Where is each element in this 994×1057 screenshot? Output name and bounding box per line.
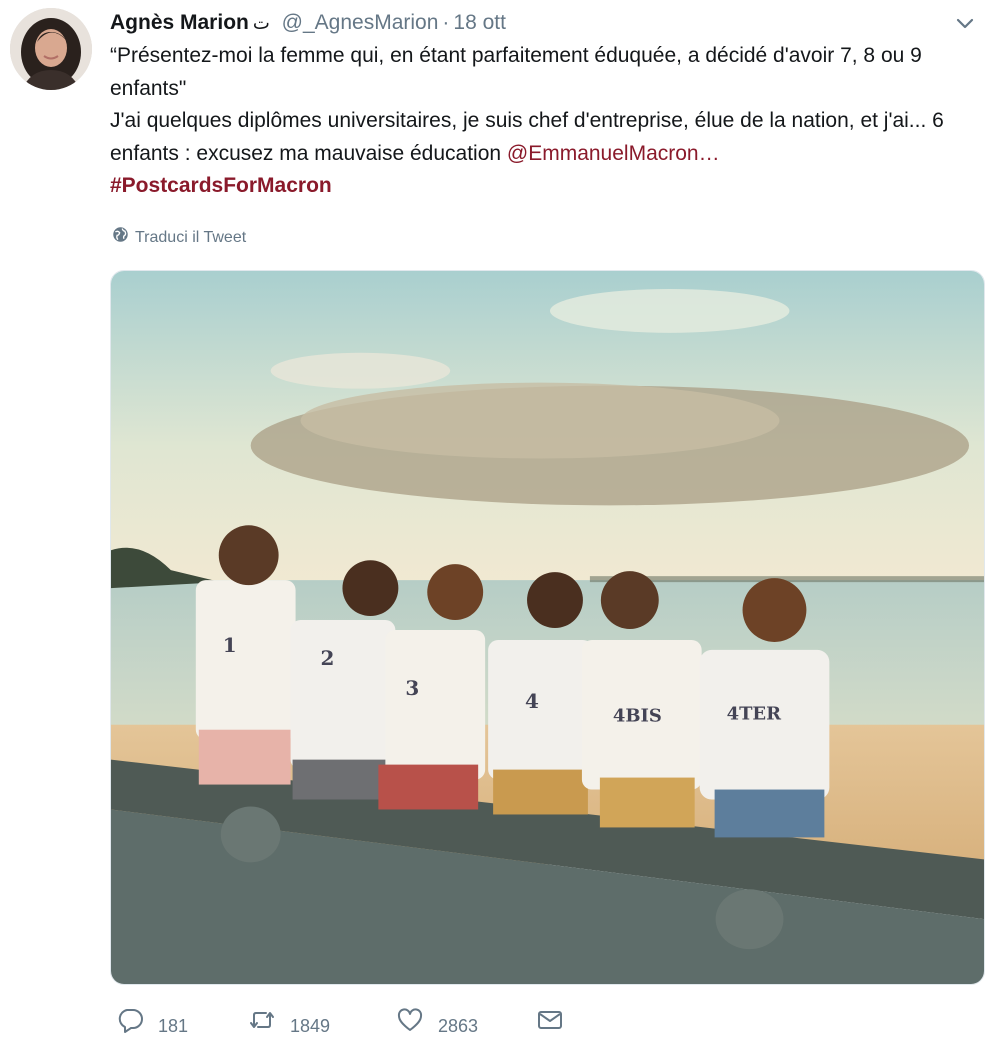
like-count: 2863 bbox=[438, 1016, 479, 1036]
direct-message-button[interactable] bbox=[536, 1006, 564, 1046]
chevron-down-icon[interactable] bbox=[954, 12, 976, 34]
shirt-number-2: 2 bbox=[321, 646, 335, 670]
photo-image: 1 2 3 4 4BIS 4TER bbox=[111, 271, 984, 984]
separator: · bbox=[442, 11, 450, 34]
shirt-number-4: 4 bbox=[525, 689, 539, 713]
hashtag-link[interactable]: #PostcardsForMacron bbox=[110, 174, 332, 197]
tweet-actions: 181 1849 2863 bbox=[116, 1008, 564, 1044]
reply-count: 181 bbox=[158, 1016, 189, 1036]
avatar[interactable] bbox=[10, 8, 92, 90]
shirt-number-4bis: 4BIS bbox=[613, 706, 662, 727]
tweet-text: “Présentez-moi la femme qui, en étant pa… bbox=[110, 40, 978, 203]
retweet-icon bbox=[248, 1006, 276, 1046]
reply-button[interactable]: 181 bbox=[116, 1006, 248, 1046]
translate-tweet-link[interactable]: Traduci il Tweet bbox=[112, 227, 246, 249]
shirt-number-4ter: 4TER bbox=[727, 704, 783, 725]
heart-icon bbox=[396, 1006, 424, 1046]
author-name[interactable]: Agnès Marion bbox=[110, 11, 249, 34]
author-handle[interactable]: @_AgnesMarion bbox=[282, 11, 439, 34]
globe-icon bbox=[112, 226, 129, 250]
retweet-button[interactable]: 1849 bbox=[248, 1006, 396, 1046]
shirt-number-1: 1 bbox=[223, 633, 237, 657]
reply-icon bbox=[116, 1006, 144, 1046]
mention-link[interactable]: @EmmanuelMacron… bbox=[507, 142, 720, 165]
author-emoji: ت bbox=[252, 13, 270, 33]
retweet-count: 1849 bbox=[290, 1016, 331, 1036]
translate-label: Traduci il Tweet bbox=[135, 229, 247, 246]
tweet-body: J'ai quelques diplômes universitaires, j… bbox=[110, 105, 978, 170]
avatar-photo bbox=[10, 8, 92, 90]
tweet-date[interactable]: 18 ott bbox=[453, 11, 506, 34]
tweet-header: Agnès Marion ت @_AgnesMarion · 18 ott bbox=[110, 8, 976, 38]
shirt-number-3: 3 bbox=[405, 676, 419, 700]
tweet-photo[interactable]: 1 2 3 4 4BIS 4TER bbox=[110, 270, 985, 985]
tweet-quote: “Présentez-moi la femme qui, en étant pa… bbox=[110, 44, 922, 100]
envelope-icon bbox=[536, 1006, 564, 1046]
tweet: Agnès Marion ت @_AgnesMarion · 18 ott “Prés… bbox=[0, 0, 994, 1057]
like-button[interactable]: 2863 bbox=[396, 1006, 536, 1046]
